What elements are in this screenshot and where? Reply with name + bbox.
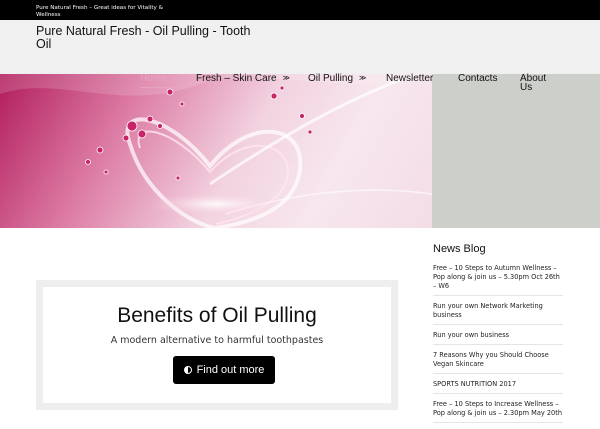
nav-contacts-label: Contacts [458, 73, 498, 84]
sidebar-heading: News Blog [433, 243, 486, 255]
site-title[interactable]: Pure Natural Fresh - Oil Pulling - Tooth… [36, 25, 261, 51]
news-blog-sidebar: News Blog Free – 10 Steps to Autumn Well… [433, 243, 563, 429]
site-tagline: Pure Natural Fresh – Great ideas for Vit… [36, 5, 163, 18]
chevron-down-icon: ≫ [282, 75, 290, 82]
promo-subtitle: A modern alternative to harmful toothpas… [110, 335, 324, 346]
sidebar-post-link[interactable]: SPORTS NUTRITION 2017 [433, 380, 563, 394]
half-circle-icon [183, 366, 192, 374]
main-navigation: Home ≫ Fresh – Skin Care ≫ Oil Pulling ≫ Ne… [0, 73, 600, 103]
sidebar-post-link[interactable]: Free – 10 Steps to Increase Wellness – P… [433, 400, 563, 423]
nav-oil-pulling[interactable]: Oil Pulling ≫ [308, 73, 367, 84]
nav-skin-care[interactable]: Fresh – Skin Care ≫ [196, 73, 290, 84]
sidebar-post-link[interactable]: Free – 10 Steps to Autumn Wellness – Pop… [433, 264, 563, 296]
nav-home-label: Home [140, 73, 167, 84]
nav-home[interactable]: Home ≫ [140, 73, 181, 84]
site-header: Pure Natural Fresh - Oil Pulling - Tooth… [0, 20, 600, 74]
nav-oil-pulling-label: Oil Pulling [308, 73, 354, 84]
nav-newsletter[interactable]: Newsletter [386, 73, 434, 84]
promo-title: Benefits of Oil Pulling [117, 304, 317, 327]
chevron-down-icon: ≫ [359, 75, 367, 82]
find-out-more-label: Find out more [196, 364, 265, 376]
nav-active-indicator [140, 87, 176, 88]
nav-about-us-label: About Us [520, 73, 547, 93]
top-bar: Pure Natural Fresh – Great ideas for Vit… [0, 0, 600, 20]
find-out-more-button[interactable]: Find out more [173, 356, 275, 384]
nav-newsletter-label: Newsletter [386, 73, 434, 84]
nav-skin-care-label: Fresh – Skin Care [196, 73, 277, 84]
sidebar-post-link[interactable]: Run your own business [433, 331, 563, 345]
promo-box: Benefits of Oil Pulling A modern alterna… [36, 280, 398, 410]
nav-about-us[interactable]: About Us [520, 73, 556, 93]
chevron-down-icon: ≫ [172, 75, 181, 82]
sidebar-post-link[interactable]: Run your own Network Marketing business [433, 302, 563, 325]
nav-contacts[interactable]: Contacts [458, 73, 498, 84]
sidebar-post-link[interactable]: 7 Reasons Why you Should Choose Vegan Sk… [433, 351, 563, 374]
